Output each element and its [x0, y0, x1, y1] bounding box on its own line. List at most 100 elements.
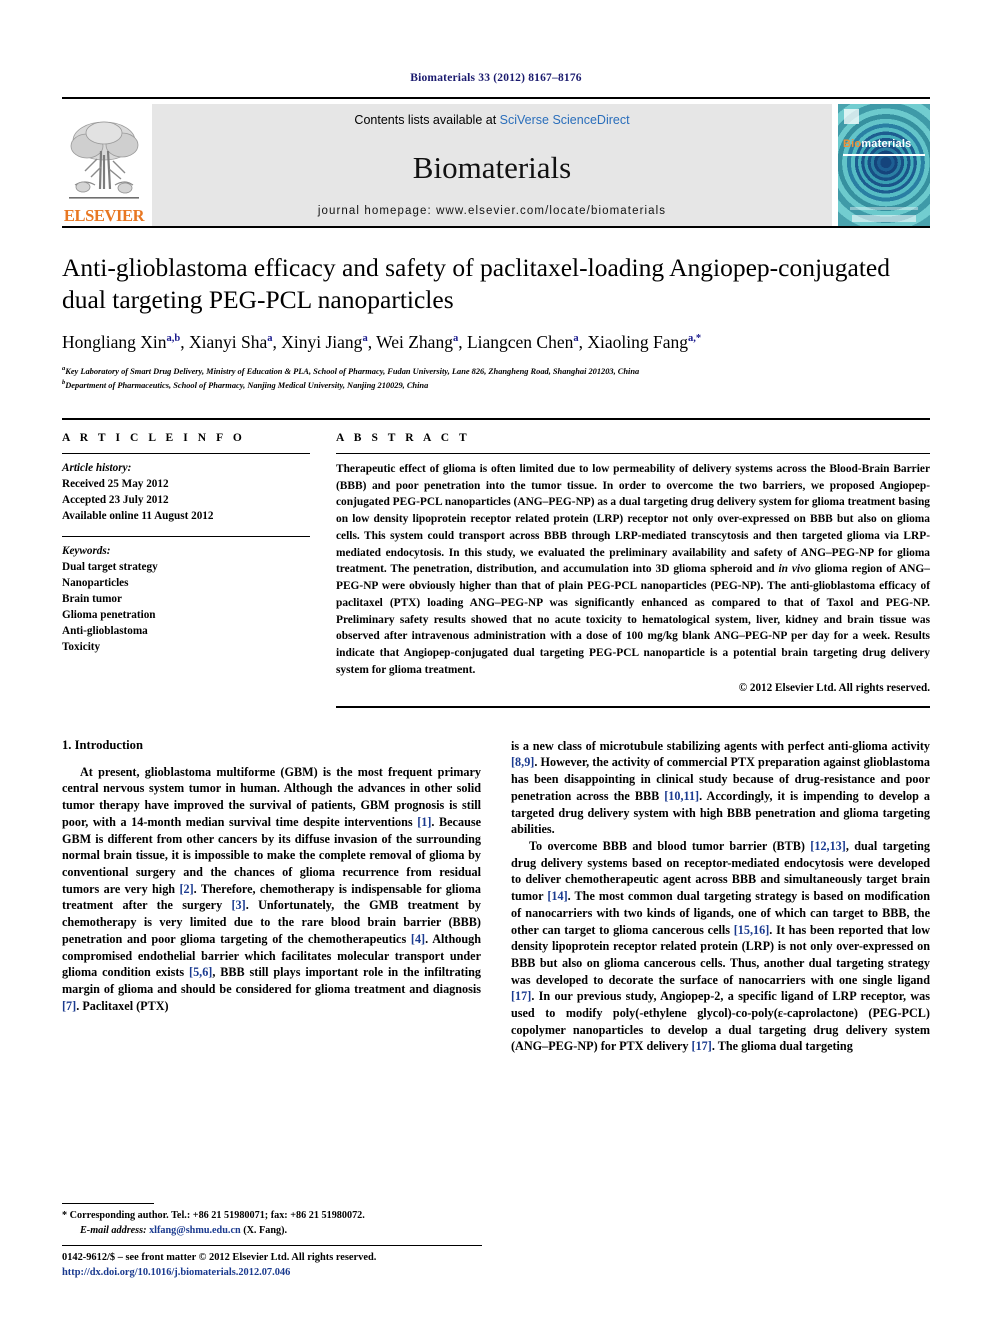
article-page: Biomaterials 33 (2012) 8167–8176 ELSEVIE… [0, 0, 992, 1323]
email-link[interactable]: xlfang@shmu.edu.cn [149, 1225, 241, 1236]
intro-paragraph-1-continued: is a new class of microtubule stabilizin… [511, 738, 930, 838]
left-column: 1. Introduction At present, glioblastoma… [62, 738, 481, 1138]
cover-title-bio: Bio [843, 138, 862, 150]
affiliation-item: bDepartment of Pharmaceutics, School of … [62, 378, 930, 392]
citation-link[interactable]: [17] [511, 989, 531, 1003]
keyword-item: Dual target strategy [62, 561, 158, 574]
citation-link[interactable]: [3] [232, 898, 246, 912]
abstract-heading: A B S T R A C T [336, 431, 471, 444]
corresponding-marker: * [62, 1210, 68, 1222]
journal-title: Biomaterials [412, 149, 572, 185]
cover-elsevier-icon [844, 109, 859, 124]
page-title: Anti-glioblastoma efficacy and safety of… [62, 253, 891, 314]
cover-title: Biomaterials [843, 138, 911, 150]
citation-link[interactable]: [15,16] [734, 923, 770, 937]
citation-link[interactable]: [14] [547, 889, 567, 903]
email-note: E-mail address: xlfang@shmu.edu.cn (X. F… [62, 1224, 482, 1239]
text-run: . The glioma dual targeting [711, 1039, 853, 1054]
journal-homepage-link[interactable]: journal homepage: www.elsevier.com/locat… [318, 205, 666, 217]
citation-link[interactable]: [17] [692, 1039, 712, 1053]
author: Xiaoling Fanga,* [587, 332, 701, 352]
citation-link[interactable]: [4] [411, 932, 425, 946]
author-name: Xiaoling Fang [587, 332, 688, 353]
affiliation-item: aKey Laboratory of Smart Drug Delivery, … [62, 364, 930, 378]
author-affiliation-marker: a [362, 333, 368, 345]
cover-title-materials: materials [861, 138, 912, 150]
body-columns: 1. Introduction At present, glioblastoma… [62, 738, 930, 1138]
abstract-part-2: glioma region of ANG–PEG-NP were obvious… [336, 563, 930, 676]
intro-paragraph-1: At present, glioblastoma multiforme (GBM… [62, 764, 481, 1015]
author-affiliation-marker: a,* [688, 333, 702, 345]
keyword-item: Anti-glioblastoma [62, 624, 148, 637]
section-title: Introduction [74, 737, 143, 752]
issn-copyright-line: 0142-9612/$ – see front matter © 2012 El… [62, 1252, 377, 1264]
article-info-heading: A R T I C L E I N F O [62, 431, 246, 444]
journal-band: Contents lists available at SciVerse Sci… [152, 104, 832, 226]
abstract-rule [336, 452, 930, 454]
author-affiliation-marker: a [573, 333, 579, 345]
keywords-title: Keywords: [62, 545, 111, 558]
text-run: . Paclitaxel (PTX) [76, 998, 169, 1013]
journal-cover-thumbnail[interactable]: Biomaterials [838, 104, 930, 226]
email-label: E-mail address: [80, 1225, 147, 1237]
cover-caption-bar [850, 207, 918, 210]
keyword-item: Glioma penetration [62, 609, 156, 622]
abstract-part-1: Therapeutic effect of glioma is often li… [336, 462, 930, 576]
author: Liangcen Chena [467, 332, 579, 352]
contents-available-line: Contents lists available at SciVerse Sci… [354, 113, 629, 127]
article-history-group: Article history: Received 25 May 2012 Ac… [62, 461, 310, 525]
history-item: Accepted 23 July 2012 [62, 493, 169, 506]
elsevier-wordmark: ELSEVIER [63, 205, 145, 225]
intro-paragraph-2: To overcome BBB and blood tumor barrier … [511, 838, 930, 1055]
author-name: Wei Zhang [376, 332, 453, 353]
keywords-rule [62, 536, 310, 538]
contents-prefix: Contents lists available at [354, 113, 500, 127]
citation-link[interactable]: [8,9] [511, 755, 534, 769]
footnote-rule [62, 1203, 154, 1205]
keyword-item: Toxicity [62, 640, 101, 653]
keywords-group: Keywords: Dual target strategy Nanoparti… [62, 544, 310, 655]
text-run: To overcome BBB and blood tumor barrier … [529, 838, 811, 853]
elsevier-logo: ELSEVIER [62, 104, 146, 226]
abstract-copyright: © 2012 Elsevier Ltd. All rights reserved… [738, 681, 930, 694]
keyword-item: Brain tumor [62, 593, 122, 606]
text-run: is a new class of microtubule stabilizin… [511, 738, 930, 753]
title-block: Anti-glioblastoma efficacy and safety of… [62, 226, 930, 392]
doi-link[interactable]: http://dx.doi.org/10.1016/j.biomaterials… [62, 1266, 482, 1281]
cover-divider [843, 154, 925, 156]
sciencedirect-link[interactable]: SciVerse ScienceDirect [500, 113, 630, 127]
abstract-text: Therapeutic effect of glioma is often li… [336, 461, 930, 679]
author-name: Liangcen Chen [466, 332, 574, 353]
citation-link[interactable]: [2] [179, 882, 193, 896]
citation-link[interactable]: [7] [62, 999, 76, 1013]
history-item: Available online 11 August 2012 [62, 509, 214, 522]
citation-link[interactable]: [12,13] [810, 839, 846, 853]
affiliation-text: Department of Pharmaceutics, School of P… [65, 380, 429, 390]
corresponding-text: Corresponding author. Tel.: +86 21 51980… [69, 1210, 365, 1222]
article-info-column: A R T I C L E I N F O Article history: R… [62, 432, 310, 708]
footer-rule [62, 1245, 482, 1247]
article-info-rule [62, 452, 310, 454]
author-name: Hongliang Xin [62, 332, 167, 353]
citation-link[interactable]: [5,6] [189, 965, 212, 979]
author: Hongliang Xina,b [62, 332, 180, 352]
author-affiliation-marker: a [267, 333, 273, 345]
author: Wei Zhanga [376, 332, 458, 352]
citation-link[interactable]: [1] [417, 815, 431, 829]
corresponding-author-note: * Corresponding author. Tel.: +86 21 519… [62, 1209, 482, 1224]
right-column: is a new class of microtubule stabilizin… [511, 738, 930, 1138]
affiliation-text: Key Laboratory of Smart Drug Delivery, M… [65, 366, 640, 376]
author-name: Xianyi Sha [188, 332, 268, 353]
author-affiliation-marker: a,b [166, 333, 181, 345]
email-suffix: (X. Fang). [243, 1225, 288, 1237]
abstract-italic-in-vivo: in vivo [778, 563, 811, 576]
running-head: Biomaterials 33 (2012) 8167–8176 [410, 72, 582, 84]
section-heading-introduction: 1. Introduction [62, 738, 481, 753]
author: Xianyi Shaa [189, 332, 273, 352]
author-list: Hongliang Xina,b, Xianyi Shaa, Xinyi Jia… [62, 332, 702, 353]
author: Xinyi Jianga [281, 332, 367, 352]
section-number: 1. [62, 737, 72, 752]
author-name: Xinyi Jiang [281, 332, 363, 353]
footnote-zone: * Corresponding author. Tel.: +86 21 519… [62, 1203, 482, 1239]
citation-link[interactable]: [10,11] [664, 789, 699, 803]
